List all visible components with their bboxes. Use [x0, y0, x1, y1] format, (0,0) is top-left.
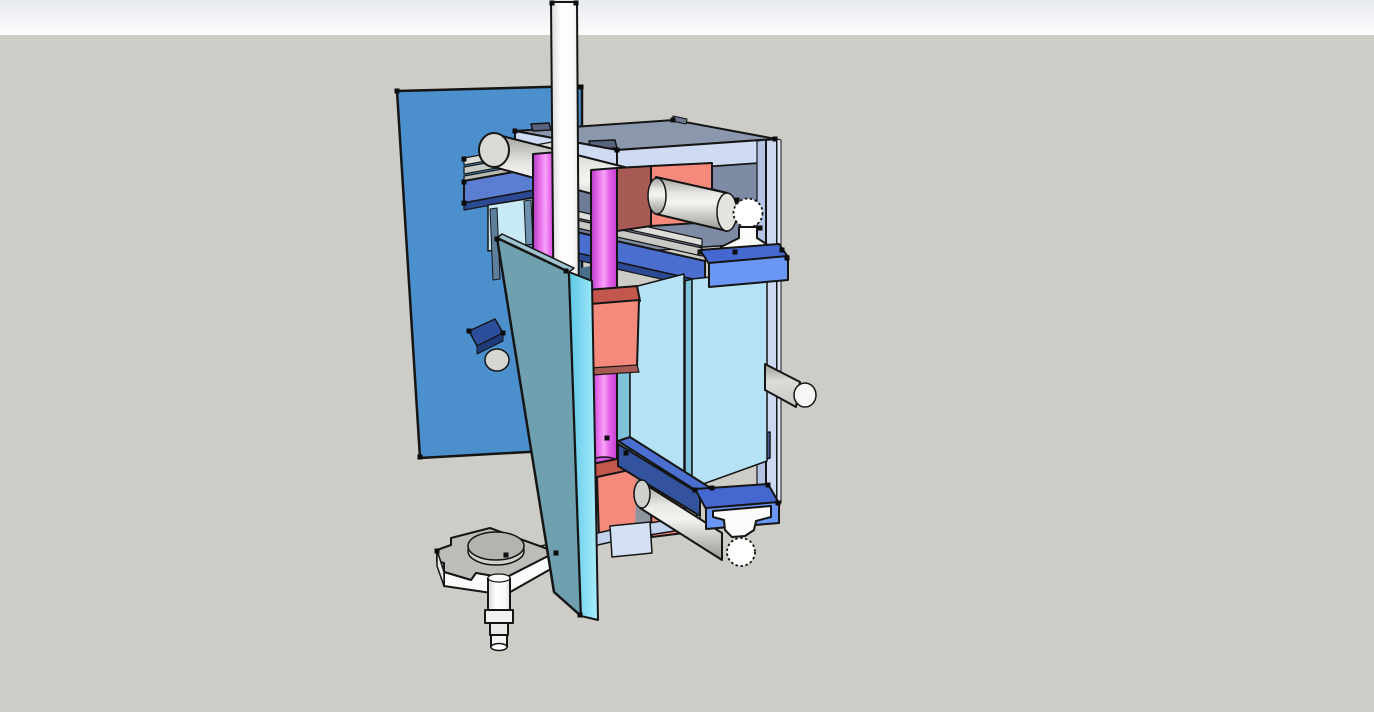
endpoint-tick [462, 157, 467, 162]
endpoint-tick [766, 483, 771, 488]
endpoint-tick [462, 201, 467, 206]
endpoint-tick [554, 551, 559, 556]
endpoint-tick [758, 226, 763, 231]
mid-salmon-front [590, 300, 639, 370]
endpoint-tick [579, 85, 584, 90]
right-column-lip [777, 139, 781, 505]
cyan-pane2 [692, 271, 767, 488]
endpoint-tick [462, 180, 467, 185]
endpoint-tick [773, 137, 778, 142]
piston-top [488, 574, 510, 582]
upper-salmon-side [617, 166, 651, 231]
endpoint-tick [710, 486, 715, 491]
upper-ball-joint [734, 199, 763, 228]
endpoint-tick [693, 488, 698, 493]
endpoint-tick [435, 549, 440, 554]
endpoint-tick [467, 329, 472, 334]
piston-body [488, 578, 510, 610]
endpoint-tick [504, 553, 509, 558]
cyan-pane2-edge [685, 279, 692, 491]
endpoint-tick [776, 501, 781, 506]
app-window [0, 0, 1374, 712]
endpoint-tick [671, 118, 676, 123]
piston-foot-cap [491, 644, 507, 651]
endpoint-tick [495, 237, 500, 242]
upper-roller-far-cap [479, 133, 509, 167]
endpoint-tick [698, 250, 703, 255]
endpoint-tick [605, 436, 610, 441]
clamp-disc [468, 532, 524, 560]
piston-flange [485, 610, 513, 623]
model-3d-assembly [0, 0, 1374, 712]
endpoint-tick [733, 250, 738, 255]
endpoint-tick [501, 331, 506, 336]
endpoint-tick [615, 148, 620, 153]
viewport-canvas[interactable] [0, 0, 1374, 712]
top-plate-hole-left [531, 123, 551, 131]
endpoint-tick [735, 198, 740, 203]
endpoint-tick [513, 129, 518, 134]
endpoint-tick [550, 1, 555, 6]
endpoint-tick [574, 1, 579, 6]
sky [0, 0, 1374, 35]
upper-roller-hole-cap [648, 178, 666, 214]
endpoint-tick [418, 455, 423, 460]
lower-ball-joint [727, 538, 755, 566]
endpoint-tick [780, 248, 785, 253]
endpoint-tick [578, 613, 583, 618]
base-block [610, 522, 652, 557]
axle-far-cap [485, 349, 509, 371]
endpoint-tick [395, 89, 400, 94]
left-post-2 [524, 200, 533, 245]
lower-roller-far-cap [634, 480, 650, 508]
piston-stem [490, 623, 508, 635]
mid-axle-cap [794, 383, 816, 407]
endpoint-tick [564, 269, 569, 274]
endpoint-tick [624, 451, 629, 456]
endpoint-tick [785, 256, 790, 261]
